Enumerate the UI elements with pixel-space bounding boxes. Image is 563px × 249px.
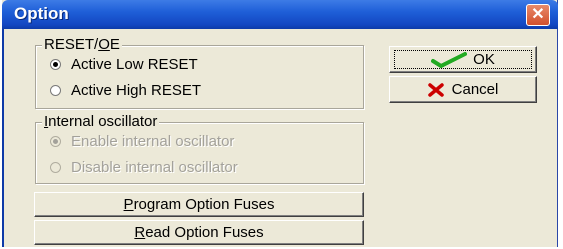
- window-border: [2, 29, 4, 247]
- title-bar[interactable]: Option ✕: [2, 0, 558, 29]
- internal-oscillator-legend: Internal oscillator: [42, 113, 160, 130]
- option-dialog: Option ✕ RESET/OE Active Low RESET Activ…: [2, 0, 558, 247]
- radio-disable-internal-oscillator: Disable internal oscillator: [50, 159, 238, 176]
- reset-oe-group: RESET/OE Active Low RESET Active High RE…: [35, 36, 364, 109]
- radio-active-high-reset[interactable]: Active High RESET: [50, 82, 201, 99]
- cancel-button[interactable]: Cancel: [389, 76, 537, 103]
- radio-label: Active High RESET: [71, 82, 202, 99]
- radio-checked-icon: [50, 136, 61, 147]
- x-icon: [427, 82, 444, 97]
- close-icon[interactable]: ✕: [526, 4, 550, 26]
- window-title: Option: [14, 4, 69, 23]
- cancel-label: Cancel: [451, 81, 499, 98]
- radio-unchecked-icon[interactable]: [50, 85, 61, 96]
- radio-checked-icon[interactable]: [50, 59, 61, 70]
- radio-label: Enable internal oscillator: [71, 133, 235, 150]
- ok-button[interactable]: OK: [389, 46, 537, 73]
- internal-oscillator-group: Internal oscillator Enable internal osci…: [35, 113, 364, 184]
- read-option-fuses-button[interactable]: Read Option Fuses: [34, 220, 364, 245]
- focus-rect: [394, 50, 532, 69]
- radio-unchecked-icon: [50, 162, 61, 173]
- reset-oe-legend: RESET/OE: [42, 36, 122, 53]
- radio-active-low-reset[interactable]: Active Low RESET: [50, 56, 198, 73]
- radio-label: Active Low RESET: [71, 56, 198, 73]
- radio-enable-internal-oscillator: Enable internal oscillator: [50, 133, 234, 150]
- radio-label: Disable internal oscillator: [71, 159, 238, 176]
- program-option-fuses-button[interactable]: Program Option Fuses: [34, 192, 364, 217]
